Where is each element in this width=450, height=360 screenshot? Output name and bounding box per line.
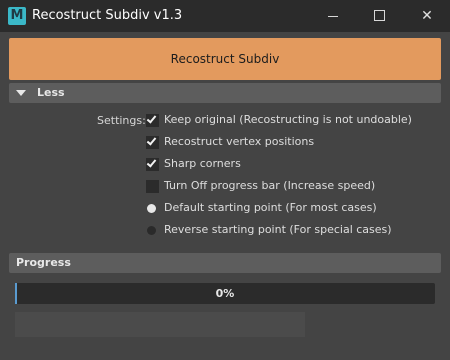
status-field [15,312,305,337]
close-button[interactable]: ✕ [404,0,450,32]
checkmark-icon [146,157,157,168]
settings-label: Settings: [97,114,146,127]
title-bar: M Recostruct Subdiv v1.3 ✕ [0,0,450,32]
default-starting-point-label: Default starting point (For most cases) [164,201,377,214]
reverse-starting-point-label: Reverse starting point (For special case… [164,223,392,236]
reconstruct-vertex-positions-label: Recostruct vertex positions [164,135,315,148]
sharp-corners-label: Sharp corners [164,157,241,170]
less-section-label: Less [37,86,65,99]
checkmark-icon [146,113,157,124]
collapse-arrow-icon [16,90,26,96]
minimize-icon [328,16,338,17]
progress-section-header: Progress [9,253,441,273]
less-section-header[interactable]: Less [9,83,441,103]
window-title: Recostruct Subdiv v1.3 [32,8,183,23]
radio-unselected-icon [147,226,156,235]
checkmark-icon [146,135,157,146]
progress-text: 0% [215,287,235,300]
maximize-button[interactable] [356,0,402,32]
turn-off-progress-bar-label: Turn Off progress bar (Increase speed) [164,179,376,192]
checkbox-box [146,113,159,127]
progress-bar: 0% [15,283,435,304]
checkbox-box [146,157,159,171]
reconstruct-subdiv-button[interactable]: Recostruct Subdiv [9,38,441,80]
progress-section-label: Progress [16,256,71,269]
checkbox-box [146,135,159,149]
checkbox-box [146,180,159,193]
maximize-icon [374,10,385,21]
app-icon-letter: M [10,8,24,23]
minimize-button[interactable] [310,0,356,32]
close-icon: ✕ [421,8,433,24]
keep-original-label: Keep original (Recostructing is not undo… [164,113,412,126]
radio-selected-icon [147,204,156,213]
maya-app-icon: M [8,7,26,25]
